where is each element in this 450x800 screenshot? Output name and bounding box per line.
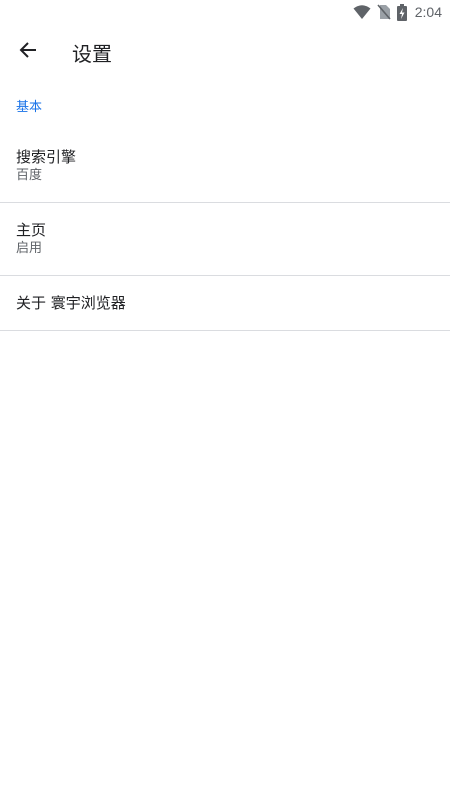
pref-search-engine[interactable]: 搜索引擎 百度	[0, 130, 450, 203]
section-header-basic: 基本	[16, 99, 43, 115]
pref-title: 搜索引擎	[16, 148, 77, 166]
app-bar: 设置	[0, 24, 450, 80]
arrow-back-icon	[18, 40, 38, 64]
back-button[interactable]	[0, 24, 56, 80]
battery-charging-icon	[396, 3, 407, 21]
pref-summary: 百度	[16, 168, 43, 183]
settings-screen: 2:04 设置 基本 搜索引擎 百度 主页 启用 关于 寰宇浏览器	[0, 0, 450, 800]
pref-homepage[interactable]: 主页 启用	[0, 203, 450, 276]
pref-about[interactable]: 关于 寰宇浏览器	[0, 276, 450, 331]
pref-title: 主页	[16, 221, 47, 239]
no-sim-icon	[377, 4, 391, 20]
status-time: 2:04	[414, 4, 442, 20]
pref-title: 关于 寰宇浏览器	[16, 294, 126, 312]
settings-list: 基本 搜索引擎 百度 主页 启用 关于 寰宇浏览器	[0, 80, 450, 331]
wifi-icon	[353, 4, 371, 20]
status-bar: 2:04	[0, 0, 450, 24]
pref-summary: 启用	[16, 241, 43, 256]
page-title: 设置	[72, 41, 112, 66]
